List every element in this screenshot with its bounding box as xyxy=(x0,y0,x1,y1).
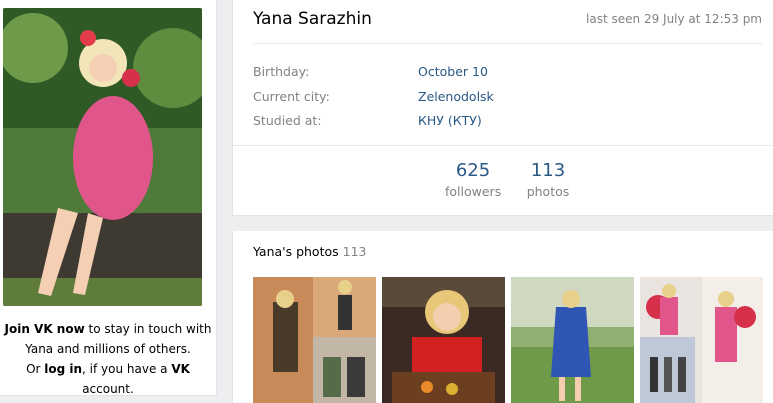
join-text-3: Or xyxy=(26,362,45,376)
info-label: Birthday: xyxy=(253,64,310,79)
photos-count-number: 113 xyxy=(530,160,566,181)
photo-thumb-4[interactable] xyxy=(640,277,763,403)
photo-thumb-3[interactable] xyxy=(511,277,634,403)
counters-divider xyxy=(233,145,773,146)
followers-count: 625 xyxy=(455,160,491,181)
profile-name: Yana Sarazhin xyxy=(253,9,372,29)
city-link[interactable]: Zelenodolsk xyxy=(418,89,494,104)
join-text-5: account. xyxy=(82,382,134,396)
join-vk-link[interactable]: Join VK now xyxy=(5,322,85,336)
photo-thumb-2[interactable] xyxy=(382,277,505,403)
photos-card: Yana's photos 113 xyxy=(232,231,773,403)
photos-count: 113 xyxy=(342,244,367,259)
profile-avatar[interactable] xyxy=(3,8,202,306)
birthday-link[interactable]: October 10 xyxy=(418,64,488,79)
header-divider xyxy=(253,43,762,44)
join-prompt: Join VK now to stay in touch with Yana a… xyxy=(0,319,216,399)
photo-thumb-1[interactable] xyxy=(253,277,376,403)
login-link[interactable]: log in xyxy=(44,362,82,376)
photos-label: photos xyxy=(526,184,570,199)
join-text-2: Yana and millions of others. xyxy=(25,342,191,356)
join-text: to stay in touch with xyxy=(84,322,212,336)
profile-info-card: Yana Sarazhin last seen 29 July at 12:53… xyxy=(232,0,773,216)
university-link[interactable]: КНУ (КТУ) xyxy=(418,113,482,128)
join-text-4: , if you have a xyxy=(82,362,172,376)
photos-title: Yana's photos xyxy=(253,244,339,259)
photos-counter[interactable]: 113 photos xyxy=(523,160,573,199)
info-label: Current city: xyxy=(253,89,330,104)
vk-brand-text: VK xyxy=(171,362,190,376)
followers-counter[interactable]: 625 followers xyxy=(445,160,501,199)
followers-label: followers xyxy=(445,184,502,199)
last-seen-status: last seen 29 July at 12:53 pm xyxy=(586,12,762,26)
info-label: Studied at: xyxy=(253,113,322,128)
left-sidebar-card: Join VK now to stay in touch with Yana a… xyxy=(0,0,217,396)
photos-header[interactable]: Yana's photos 113 xyxy=(253,244,367,259)
